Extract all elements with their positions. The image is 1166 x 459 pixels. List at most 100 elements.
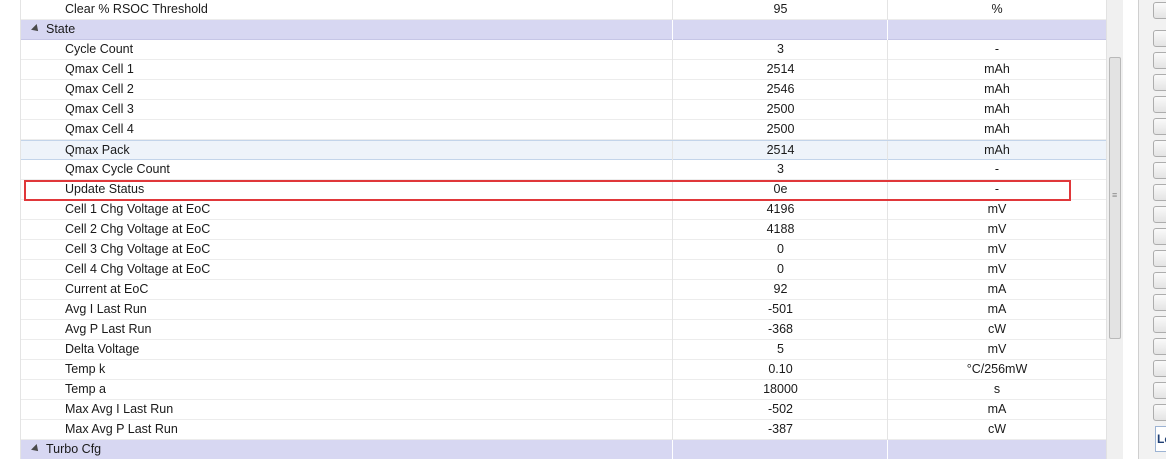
parameter-name: Temp k — [65, 362, 106, 376]
table-row[interactable]: Max Avg P Last Run -387 cW — [21, 420, 1107, 440]
side-button[interactable] — [1153, 272, 1166, 289]
parameter-name: Avg P Last Run — [65, 322, 152, 336]
parameter-unit: mAh — [887, 60, 1106, 80]
side-button[interactable] — [1153, 206, 1166, 223]
parameter-name: Qmax Cell 4 — [65, 122, 134, 136]
parameter-name: Qmax Cell 1 — [65, 62, 134, 76]
table-row[interactable]: Qmax Pack 2514 mAh — [21, 140, 1107, 161]
table-row[interactable]: Clear % RSOC Threshold 95% — [21, 0, 1107, 20]
parameter-unit: mV — [887, 340, 1106, 360]
table-row[interactable]: Current at EoC 92 mA — [21, 280, 1107, 300]
parameter-value[interactable]: 3 — [672, 160, 888, 180]
parameter-value[interactable]: 3 — [672, 40, 888, 60]
table-row[interactable]: Cycle Count 3- — [21, 40, 1107, 60]
parameter-value[interactable]: 5 — [672, 340, 888, 360]
parameter-value[interactable]: 2500 — [672, 100, 888, 120]
table-row[interactable]: Qmax Cell 2 2546 mAh — [21, 80, 1107, 100]
side-button[interactable] — [1153, 140, 1166, 157]
scrollbar-thumb[interactable]: ≡ — [1109, 57, 1121, 339]
parameter-unit: - — [887, 160, 1106, 180]
panel-gap — [1123, 0, 1138, 459]
side-button[interactable] — [1153, 96, 1166, 113]
vertical-scrollbar[interactable]: ≡ — [1106, 0, 1123, 459]
parameter-value[interactable]: 18000 — [672, 380, 888, 400]
parameter-unit: mA — [887, 280, 1106, 300]
table-row[interactable]: Temp k 0.10 °C/256mW — [21, 360, 1107, 380]
parameter-value[interactable]: -387 — [672, 420, 888, 440]
parameter-unit: cW — [887, 420, 1106, 440]
parameter-unit: - — [887, 40, 1106, 60]
parameter-name: Max Avg I Last Run — [65, 402, 174, 416]
side-button[interactable] — [1153, 30, 1166, 47]
group-unit-cell — [887, 440, 1106, 459]
side-button[interactable] — [1153, 184, 1166, 201]
group-label: State — [46, 22, 76, 36]
expand-triangle-icon[interactable] — [31, 444, 41, 454]
parameter-unit: mV — [887, 260, 1106, 280]
table-row[interactable]: Avg P Last Run -368 cW — [21, 320, 1107, 340]
parameter-unit: mAh — [887, 141, 1106, 161]
parameter-unit: mA — [887, 400, 1106, 420]
side-button[interactable] — [1153, 294, 1166, 311]
side-button[interactable] — [1153, 404, 1166, 421]
right-button-panel: Lo — [1138, 0, 1166, 459]
parameter-unit: mAh — [887, 100, 1106, 120]
parameter-name: Qmax Cell 2 — [65, 82, 134, 96]
parameter-value[interactable]: 4188 — [672, 220, 888, 240]
parameter-value[interactable]: 2546 — [672, 80, 888, 100]
table-row[interactable]: Max Avg I Last Run -502 mA — [21, 400, 1107, 420]
parameter-value[interactable]: 2500 — [672, 120, 888, 140]
table-row[interactable]: Delta Voltage 5 mV — [21, 340, 1107, 360]
side-button[interactable] — [1153, 162, 1166, 179]
parameter-value[interactable]: 0 — [672, 260, 888, 280]
group-value-cell — [672, 440, 888, 459]
parameter-value[interactable]: -501 — [672, 300, 888, 320]
table-row[interactable]: Qmax Cell 3 2500 mAh — [21, 100, 1107, 120]
side-button[interactable] — [1153, 360, 1166, 377]
parameter-name: Cell 1 Chg Voltage at EoC — [65, 202, 211, 216]
right-panel-tab[interactable]: Lo — [1155, 426, 1166, 452]
group-value-cell — [672, 20, 888, 40]
parameter-value[interactable]: 95 — [672, 0, 888, 20]
group-row[interactable]: Turbo Cfg — [21, 440, 1107, 459]
parameter-value[interactable]: 0.10 — [672, 360, 888, 380]
table-row[interactable]: Cell 1 Chg Voltage at EoC 4196 mV — [21, 200, 1107, 220]
parameter-unit: cW — [887, 320, 1106, 340]
group-unit-cell — [887, 20, 1106, 40]
parameter-unit: mV — [887, 240, 1106, 260]
side-button[interactable] — [1153, 250, 1166, 267]
expand-triangle-icon[interactable] — [31, 24, 41, 34]
side-button[interactable] — [1153, 52, 1166, 69]
parameter-value[interactable]: 92 — [672, 280, 888, 300]
side-button[interactable] — [1153, 118, 1166, 135]
table-row[interactable]: Avg I Last Run -501 mA — [21, 300, 1107, 320]
table-row[interactable]: Cell 2 Chg Voltage at EoC 4188 mV — [21, 220, 1107, 240]
parameter-value[interactable]: 4196 — [672, 200, 888, 220]
table-row[interactable]: Qmax Cycle Count 3- — [21, 160, 1107, 180]
table-row[interactable]: Cell 3 Chg Voltage at EoC 0 mV — [21, 240, 1107, 260]
table-row[interactable]: Cell 4 Chg Voltage at EoC 0 mV — [21, 260, 1107, 280]
side-button[interactable] — [1153, 316, 1166, 333]
side-button[interactable] — [1153, 382, 1166, 399]
parameter-unit: mV — [887, 220, 1106, 240]
parameter-name: Current at EoC — [65, 282, 149, 296]
parameter-unit: °C/256mW — [887, 360, 1106, 380]
side-button[interactable] — [1153, 2, 1166, 19]
parameter-unit: s — [887, 380, 1106, 400]
table-row[interactable]: Temp a 18000 s — [21, 380, 1107, 400]
parameter-name: Temp a — [65, 382, 106, 396]
parameter-value[interactable]: 2514 — [672, 60, 888, 80]
table-row[interactable]: Qmax Cell 4 2500 mAh — [21, 120, 1107, 140]
parameter-name: Qmax Cycle Count — [65, 162, 170, 176]
parameter-value[interactable]: -502 — [672, 400, 888, 420]
table-row[interactable]: Qmax Cell 1 2514 mAh — [21, 60, 1107, 80]
side-button[interactable] — [1153, 74, 1166, 91]
group-row[interactable]: State — [21, 20, 1107, 40]
parameter-value[interactable]: 2514 — [672, 141, 888, 161]
data-flash-grid: Clear % RSOC Threshold 95% State Cycle Coun… — [20, 0, 1107, 459]
side-button[interactable] — [1153, 338, 1166, 355]
side-button[interactable] — [1153, 228, 1166, 245]
parameter-value[interactable]: -368 — [672, 320, 888, 340]
parameter-value[interactable]: 0 — [672, 240, 888, 260]
parameter-name: Avg I Last Run — [65, 302, 147, 316]
